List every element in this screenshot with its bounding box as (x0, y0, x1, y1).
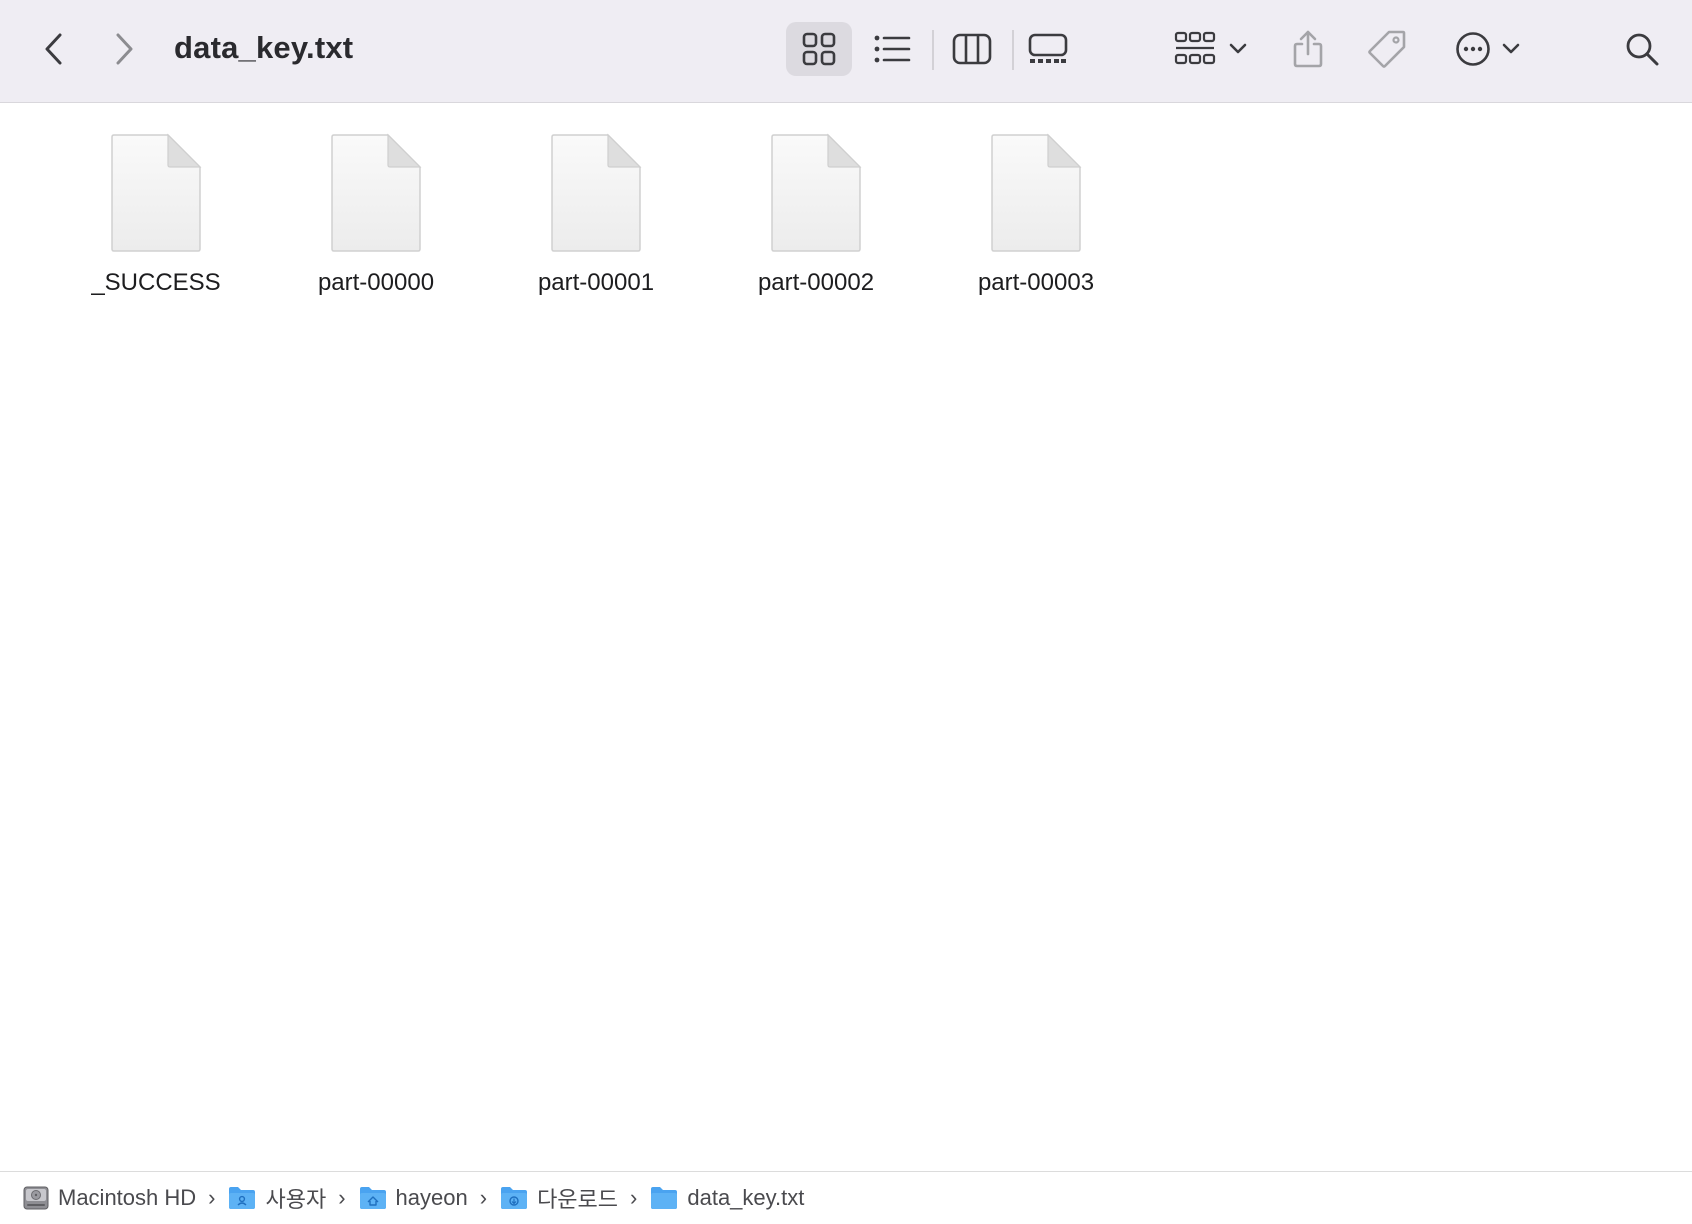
toolbar-divider (932, 30, 934, 70)
path-item-downloads[interactable]: 다운로드 (499, 1182, 618, 1214)
forward-button[interactable] (106, 26, 142, 72)
group-button[interactable] (1170, 22, 1252, 76)
toolbar-divider (1012, 30, 1014, 70)
path-item-hayeon[interactable]: hayeon (358, 1185, 468, 1211)
finder-window: data_key.txt _SUCCESS part-00000 part-00… (0, 0, 1692, 1224)
search-button[interactable] (1616, 22, 1668, 76)
path-item-label: Macintosh HD (58, 1185, 197, 1210)
path-item-macintosh-hd[interactable]: Macintosh HD (22, 1184, 196, 1212)
path-item-label: hayeon (395, 1185, 468, 1210)
file-browser-area[interactable]: _SUCCESS part-00000 part-00001 part-0000… (0, 103, 1692, 1171)
path-item-current-folder[interactable]: data_key.txt (649, 1185, 804, 1211)
icon-view-icon (802, 32, 836, 66)
more-actions-button[interactable] (1448, 22, 1528, 76)
path-item-label: 사용자 (265, 1187, 327, 1212)
path-bar: Macintosh HD › 사용자 › hayeon › 다운로드 › dat… (0, 1171, 1692, 1224)
file-name: part-00001 (537, 269, 655, 296)
chevron-right-icon (116, 33, 133, 65)
icon-view-button[interactable] (786, 22, 852, 76)
file-name: _SUCCESS (91, 269, 221, 296)
column-view-button[interactable] (944, 22, 1000, 76)
group-grid-icon (1174, 31, 1216, 65)
gallery-view-button[interactable] (1018, 22, 1078, 76)
document-icon (111, 133, 202, 252)
file-name: part-00003 (977, 269, 1095, 296)
hard-drive-icon (23, 1186, 49, 1210)
document-icon (551, 133, 642, 252)
gallery-view-icon (1028, 33, 1068, 63)
share-button[interactable] (1286, 20, 1330, 78)
magnifier-icon (1626, 33, 1659, 66)
file-item[interactable]: part-00003 (926, 133, 1146, 297)
file-item[interactable]: _SUCCESS (46, 133, 266, 297)
chevron-left-icon (45, 33, 62, 65)
document-icon (331, 133, 422, 252)
chevron-down-icon (1229, 43, 1247, 54)
document-icon (771, 133, 862, 252)
path-separator: › (338, 1185, 346, 1210)
path-separator: › (479, 1185, 488, 1210)
home-folder-icon (359, 1187, 386, 1209)
document-icon (991, 133, 1082, 252)
users-folder-icon (229, 1187, 256, 1209)
file-grid: _SUCCESS part-00000 part-00001 part-0000… (46, 133, 1146, 297)
ellipsis-circle-icon (1456, 32, 1490, 66)
path-separator: › (208, 1185, 216, 1210)
back-button[interactable] (36, 26, 72, 72)
tag-button[interactable] (1362, 22, 1412, 76)
tag-icon (1368, 30, 1406, 68)
path-separator: › (630, 1185, 638, 1210)
path-item-label: 다운로드 (537, 1187, 619, 1212)
path-item-label: data_key.txt (687, 1185, 805, 1210)
window-title: data_key.txt (174, 30, 354, 65)
share-icon (1293, 30, 1323, 68)
column-view-icon (952, 33, 992, 65)
file-item[interactable]: part-00002 (706, 133, 926, 297)
file-name: part-00000 (317, 269, 435, 296)
downloads-folder-icon (501, 1187, 528, 1209)
list-view-button[interactable] (864, 22, 920, 76)
toolbar: data_key.txt (0, 0, 1692, 103)
chevron-down-icon (1502, 43, 1520, 54)
list-view-icon (874, 35, 911, 63)
file-item[interactable]: part-00000 (266, 133, 486, 297)
folder-icon (651, 1187, 678, 1209)
path-item-users[interactable]: 사용자 (227, 1182, 326, 1214)
file-item[interactable]: part-00001 (486, 133, 706, 297)
file-name: part-00002 (757, 269, 875, 296)
